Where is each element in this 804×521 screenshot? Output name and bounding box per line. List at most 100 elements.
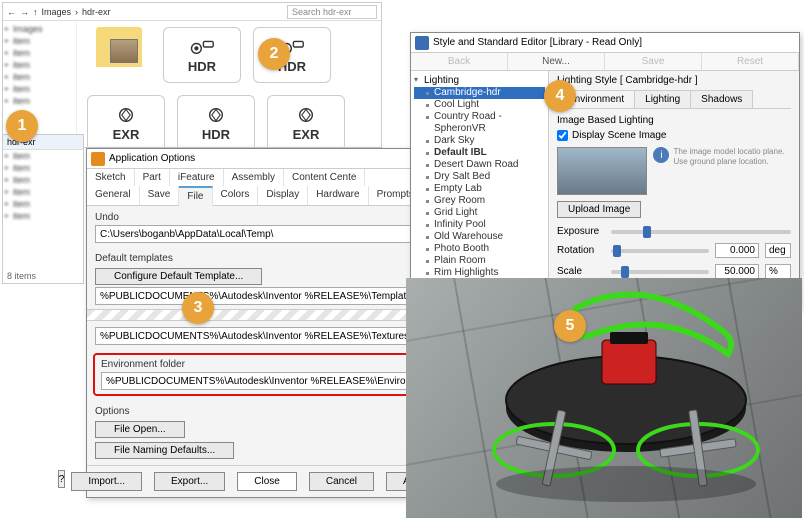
options-label: Options [95, 406, 447, 417]
tab-file[interactable]: File [179, 186, 212, 206]
file-explorer2: hdr-exr item item item item item item 8 … [2, 134, 84, 284]
back-button[interactable]: Back [411, 53, 508, 70]
save-button[interactable]: Save [605, 53, 702, 70]
nav-back-icon[interactable]: ← [7, 7, 16, 17]
tab-assembly[interactable]: Assembly [224, 169, 284, 186]
step-badge-2: 2 [258, 38, 290, 70]
tree-item[interactable]: Cool Light [414, 99, 545, 111]
reset-button[interactable]: Reset [702, 53, 799, 70]
tab-hardware[interactable]: Hardware [308, 186, 368, 205]
rotation-slider[interactable] [611, 249, 709, 253]
cancel-button[interactable]: Cancel [309, 472, 374, 491]
ibl-group-label: Image Based Lighting [557, 115, 791, 126]
exposure-slider[interactable] [611, 230, 791, 234]
default-templates-label: Default templates [95, 253, 447, 264]
upload-image-button[interactable]: Upload Image [557, 201, 641, 218]
tree-item[interactable]: Photo Booth [414, 243, 545, 255]
new-button[interactable]: New... [508, 53, 605, 70]
file-tile-hdr[interactable]: HDR [177, 95, 255, 151]
configure-default-template-button[interactable]: Configure Default Template... [95, 268, 262, 285]
tab-contentcenter[interactable]: Content Cente [284, 169, 366, 186]
tree-node[interactable]: item [5, 95, 74, 107]
file-naming-defaults-button[interactable]: File Naming Defaults... [95, 442, 234, 459]
display-scene-image-checkbox[interactable]: Display Scene Image [557, 130, 791, 141]
tree-node[interactable]: item [3, 150, 83, 162]
tree-item[interactable]: Infinity Pool [414, 219, 545, 231]
tree-item[interactable]: Empty Lab [414, 183, 545, 195]
folder-item[interactable] [87, 27, 151, 83]
step-badge-3: 3 [182, 292, 214, 324]
scale-value[interactable]: 50.000 [715, 264, 759, 279]
export-button[interactable]: Export... [154, 472, 225, 491]
tree-item[interactable]: Dark Sky [414, 135, 545, 147]
undo-label: Undo [95, 212, 447, 223]
tree-item[interactable]: Plain Room [414, 255, 545, 267]
subtab-lighting[interactable]: Lighting [634, 90, 691, 108]
tab-colors[interactable]: Colors [213, 186, 259, 205]
step-badge-1: 1 [6, 110, 38, 142]
environment-folder-input[interactable] [101, 372, 417, 390]
search-input[interactable]: Search hdr-exr [287, 5, 377, 19]
tree-node[interactable]: item [3, 210, 83, 222]
tree-item[interactable]: Dry Salt Bed [414, 171, 545, 183]
camera-icon [188, 37, 216, 57]
rotation-value[interactable]: 0.000 [715, 243, 759, 258]
tab-sketch[interactable]: Sketch [87, 169, 135, 186]
undo-path-input[interactable] [95, 225, 423, 243]
rotation-label: Rotation [557, 245, 605, 256]
tree-node[interactable]: item [5, 47, 74, 59]
rotation-unit[interactable]: deg [765, 243, 791, 258]
item-count: 8 items [7, 271, 36, 281]
tree-root-lighting[interactable]: Lighting [414, 74, 545, 87]
tree-item[interactable]: Default IBL [414, 147, 545, 159]
tree-node[interactable]: item [3, 186, 83, 198]
checkbox-input[interactable] [557, 130, 568, 141]
tree-node[interactable]: item [3, 198, 83, 210]
folder-thumb [110, 39, 138, 63]
file-tile-hdr[interactable]: HDR [163, 27, 241, 83]
tree-node[interactable]: item [5, 71, 74, 83]
address-bar[interactable]: ← → ↑ Images › hdr-exr Search hdr-exr [3, 3, 381, 21]
scale-unit[interactable]: % [765, 264, 791, 279]
tree-item[interactable]: Old Warehouse [414, 231, 545, 243]
tree-node[interactable]: item [5, 35, 74, 47]
tab-display[interactable]: Display [258, 186, 308, 205]
tree-node[interactable]: item [5, 83, 74, 95]
file-open-button[interactable]: File Open... [95, 421, 185, 438]
file-explorer-window: ← → ↑ Images › hdr-exr Search hdr-exr Im… [2, 2, 382, 148]
tree-item[interactable]: Cambridge-hdr [414, 87, 545, 99]
tree-item[interactable]: Country Road - SpheronVR [414, 111, 545, 135]
tab-part[interactable]: Part [135, 169, 170, 186]
breadcrumb-images[interactable]: Images [38, 7, 76, 17]
file-ext-label: EXR [113, 127, 140, 142]
tree-item[interactable]: Desert Dawn Road [414, 159, 545, 171]
file-tile-exr[interactable]: EXR [87, 95, 165, 151]
tree-node[interactable]: item [3, 162, 83, 174]
step-badge-4: 4 [544, 80, 576, 112]
tab-general[interactable]: General [87, 186, 140, 205]
default-template-path-input[interactable] [95, 287, 423, 305]
textures-path-input[interactable] [95, 327, 423, 345]
tree-node[interactable]: item [3, 174, 83, 186]
file-tile-exr[interactable]: EXR [267, 95, 345, 151]
import-button[interactable]: Import... [71, 472, 142, 491]
dialog-title-bar[interactable]: Style and Standard Editor [Library - Rea… [411, 33, 799, 53]
nav-fwd-icon[interactable]: → [20, 7, 29, 17]
help-button[interactable]: ? [58, 470, 66, 488]
dialog-title-bar[interactable]: Application Options [87, 149, 455, 169]
rendered-model [406, 278, 802, 518]
close-button[interactable]: Close [237, 472, 297, 491]
info-icon: i [653, 147, 669, 163]
lighting-style-tree[interactable]: Lighting Cambridge-hdrCool LightCountry … [411, 71, 549, 309]
scale-slider[interactable] [611, 270, 709, 274]
style-standard-editor-dialog: Style and Standard Editor [Library - Rea… [410, 32, 800, 310]
tree-item[interactable]: Grey Room [414, 195, 545, 207]
tree-item[interactable]: Grid Light [414, 207, 545, 219]
breadcrumb-hdrexr[interactable]: hdr-exr [78, 7, 115, 17]
tree-node[interactable]: Images [5, 23, 74, 35]
tab-ifeature[interactable]: iFeature [170, 169, 224, 186]
subtab-shadows[interactable]: Shadows [690, 90, 753, 108]
tree-node[interactable]: item [5, 59, 74, 71]
file-grid: HDR HDR EXR HDR EXR [77, 21, 381, 147]
tab-save[interactable]: Save [140, 186, 180, 205]
